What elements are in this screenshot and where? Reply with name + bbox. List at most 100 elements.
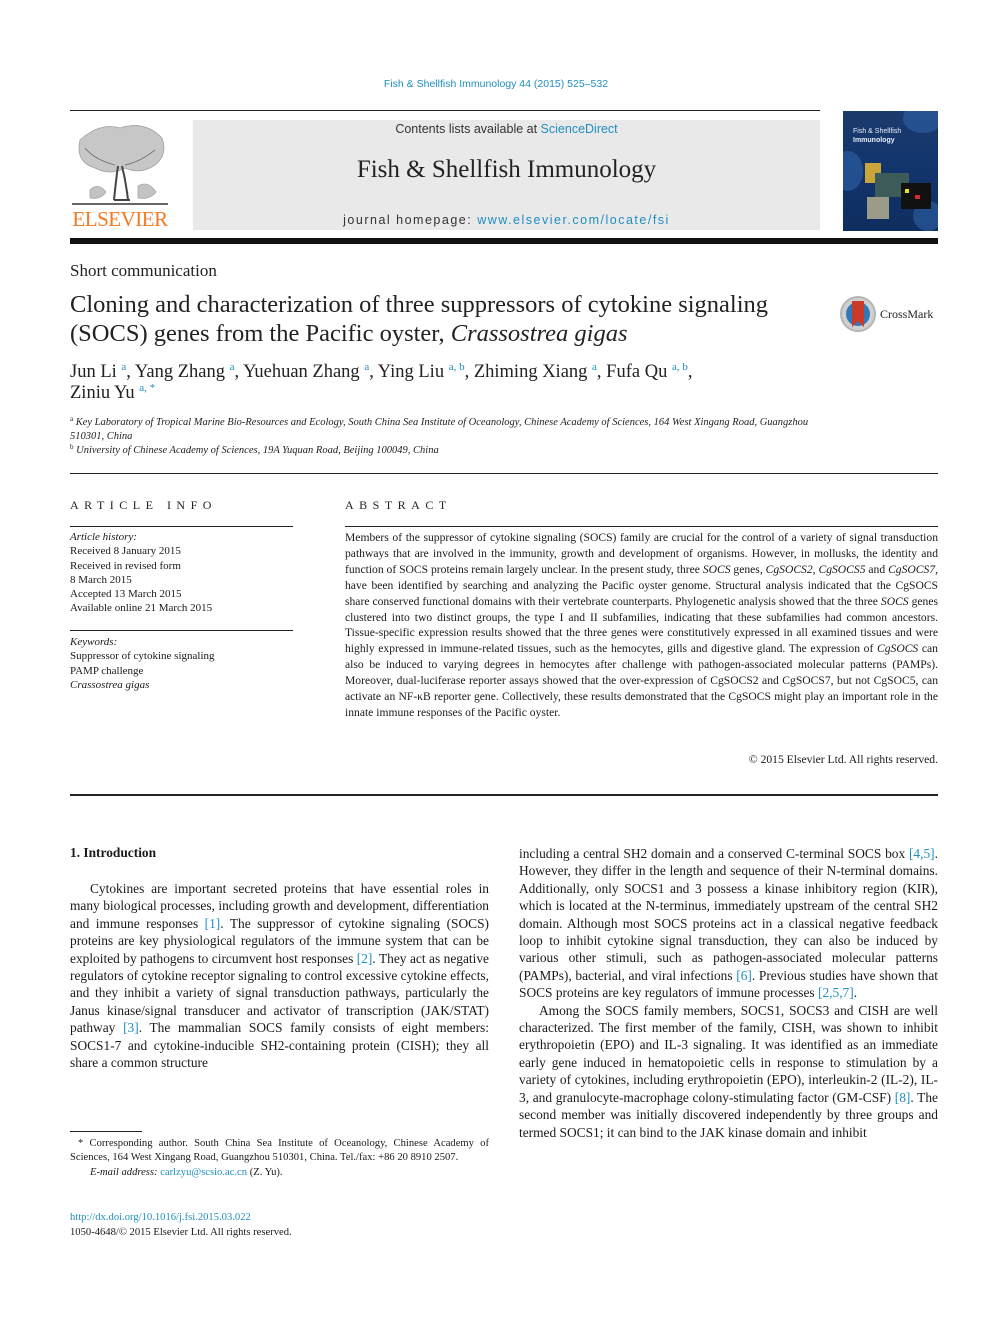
divider: [70, 794, 938, 796]
affiliation-key: b: [70, 443, 74, 451]
article-info-heading: ARTICLE INFO: [70, 498, 217, 512]
italic-term: CgSOCS5: [818, 562, 866, 576]
cover-title: Fish & Shellfish Immunology: [853, 127, 901, 145]
author-separator: ,: [687, 362, 693, 382]
author-list: Jun Li a, Yang Zhang a, Yuehuan Zhang a,…: [70, 362, 810, 404]
article-title: Cloning and characterization of three su…: [70, 290, 810, 348]
crossmark-label: CrossMark: [880, 307, 934, 321]
affiliation-key: a: [70, 415, 74, 423]
reference-link[interactable]: [6]: [736, 968, 752, 983]
crossmark-icon: [840, 296, 876, 332]
email-label: E-mail address:: [90, 1166, 161, 1178]
author-separator: ,: [369, 362, 378, 382]
text-run: . However, they differ in the length and…: [519, 846, 938, 983]
crossmark-button[interactable]: CrossMark: [840, 296, 940, 336]
affiliation-text: University of Chinese Academy of Science…: [76, 445, 439, 456]
divider: [70, 526, 293, 527]
paragraph: Cytokines are important secreted protein…: [70, 880, 489, 1071]
history-item: 8 March 2015: [70, 573, 132, 586]
section-heading-introduction: 1. Introduction: [70, 845, 157, 860]
corresponding-author-note: * Corresponding author. South China Sea …: [70, 1138, 489, 1164]
journal-header-banner: Contents lists available at ScienceDirec…: [193, 120, 820, 230]
author-name[interactable]: Ying Liu: [378, 362, 449, 382]
cover-title-line2: Immunology: [853, 137, 895, 144]
homepage-line: journal homepage: www.elsevier.com/locat…: [193, 213, 820, 227]
abstract-copyright: © 2015 Elsevier Ltd. All rights reserved…: [748, 753, 938, 766]
divider: [345, 526, 938, 527]
contents-prefix: Contents lists available at: [395, 122, 541, 136]
reference-link[interactable]: [1]: [205, 916, 221, 931]
keywords: Keywords: Suppressor of cytokine signali…: [70, 635, 293, 692]
history-item: Received in revised form: [70, 559, 181, 572]
reference-link[interactable]: [2]: [357, 951, 373, 966]
affiliations: a Key Laboratory of Tropical Marine Bio-…: [70, 416, 830, 458]
body-column-right: including a central SH2 domain and a con…: [519, 845, 938, 1141]
author-name[interactable]: Ziniu Yu: [70, 383, 139, 403]
text-run: .: [853, 985, 858, 1001]
keywords-label: Keywords:: [70, 636, 118, 648]
reference-link[interactable]: [4,5]: [909, 846, 935, 861]
history-item: Available online 21 March 2015: [70, 602, 213, 615]
author-name[interactable]: Fufa Qu: [606, 362, 672, 382]
author-name[interactable]: Yuehuan Zhang: [243, 362, 364, 382]
author-affiliation-marker[interactable]: a, b: [672, 361, 688, 373]
article-type: Short communication: [70, 261, 217, 280]
doi-link[interactable]: http://dx.doi.org/10.1016/j.fsi.2015.03.…: [70, 1212, 251, 1223]
divider: [70, 630, 293, 631]
italic-term: CgSOCS2: [765, 562, 813, 576]
cover-panel: [915, 195, 920, 199]
elsevier-wordmark: ELSEVIER: [72, 207, 168, 231]
elsevier-tree-icon: [72, 125, 168, 205]
italic-term: CgSOCS: [877, 642, 919, 656]
sciencedirect-link[interactable]: ScienceDirect: [541, 122, 618, 136]
article-history: Article history: Received 8 January 2015…: [70, 530, 293, 616]
journal-cover-image[interactable]: Fish & Shellfish Immunology: [843, 111, 938, 231]
paragraph: Among the SOCS family members, SOCS1, SO…: [519, 1002, 938, 1141]
author-affiliation-marker[interactable]: a, *: [139, 382, 155, 394]
reference-link[interactable]: [2,5,7]: [818, 985, 854, 1000]
author-separator: ,: [464, 362, 474, 382]
doi-block: http://dx.doi.org/10.1016/j.fsi.2015.03.…: [70, 1210, 292, 1240]
author-affiliation-marker[interactable]: a, b: [449, 361, 465, 373]
journal-homepage-link[interactable]: www.elsevier.com/locate/fsi: [477, 213, 670, 227]
author-name[interactable]: Jun Li: [70, 362, 121, 382]
keyword: PAMP challenge: [70, 664, 144, 677]
paragraph: including a central SH2 domain and a con…: [519, 845, 938, 1002]
header-rule: [70, 110, 820, 111]
header-thick-rule: [70, 238, 938, 244]
cover-title-line1: Fish & Shellfish: [853, 128, 902, 135]
cover-decoration: [903, 111, 938, 133]
history-item: Received 8 January 2015: [70, 545, 181, 558]
elsevier-logo[interactable]: ELSEVIER: [70, 120, 170, 232]
contents-line: Contents lists available at ScienceDirec…: [193, 122, 820, 136]
author-name[interactable]: Zhiming Xiang: [474, 362, 592, 382]
journal-reference-link[interactable]: Fish & Shellfish Immunology 44 (2015) 52…: [0, 78, 992, 90]
article-title-main: Cloning and characterization of three su…: [70, 291, 769, 347]
author-name[interactable]: Yang Zhang: [135, 362, 230, 382]
cover-panel: [905, 189, 909, 193]
cover-panel: [867, 197, 889, 219]
text-run: including a central SH2 domain and a con…: [519, 846, 909, 861]
body-column-left: Cytokines are important secreted protein…: [70, 880, 489, 1071]
text-run: Among the SOCS family members, SOCS1, SO…: [519, 1002, 938, 1105]
author-separator: ,: [126, 362, 135, 382]
text-run: and: [865, 562, 889, 576]
italic-term: SOCS: [880, 594, 909, 608]
history-label: Article history:: [70, 531, 137, 543]
cover-decoration: [843, 151, 863, 191]
homepage-prefix: journal homepage:: [343, 213, 478, 227]
email-line: E-mail address: carlzyu@scsio.ac.cn (Z. …: [70, 1166, 489, 1180]
footnote: * Corresponding author. South China Sea …: [70, 1137, 489, 1180]
email-link[interactable]: carlzyu@scsio.ac.cn: [160, 1167, 247, 1178]
italic-term: SOCS: [702, 562, 731, 576]
abstract-heading: ABSTRACT: [345, 498, 452, 512]
reference-link[interactable]: [8]: [895, 1090, 911, 1105]
text-run: genes,: [730, 562, 766, 576]
affiliation-text: Key Laboratory of Tropical Marine Bio-Re…: [70, 417, 809, 442]
italic-term: CgSOCS7: [888, 562, 936, 576]
keyword: Crassostrea gigas: [70, 678, 150, 691]
divider: [70, 473, 938, 474]
reference-link[interactable]: [3]: [123, 1020, 139, 1035]
author-separator: ,: [234, 362, 244, 382]
journal-title: Fish & Shellfish Immunology: [356, 156, 657, 183]
